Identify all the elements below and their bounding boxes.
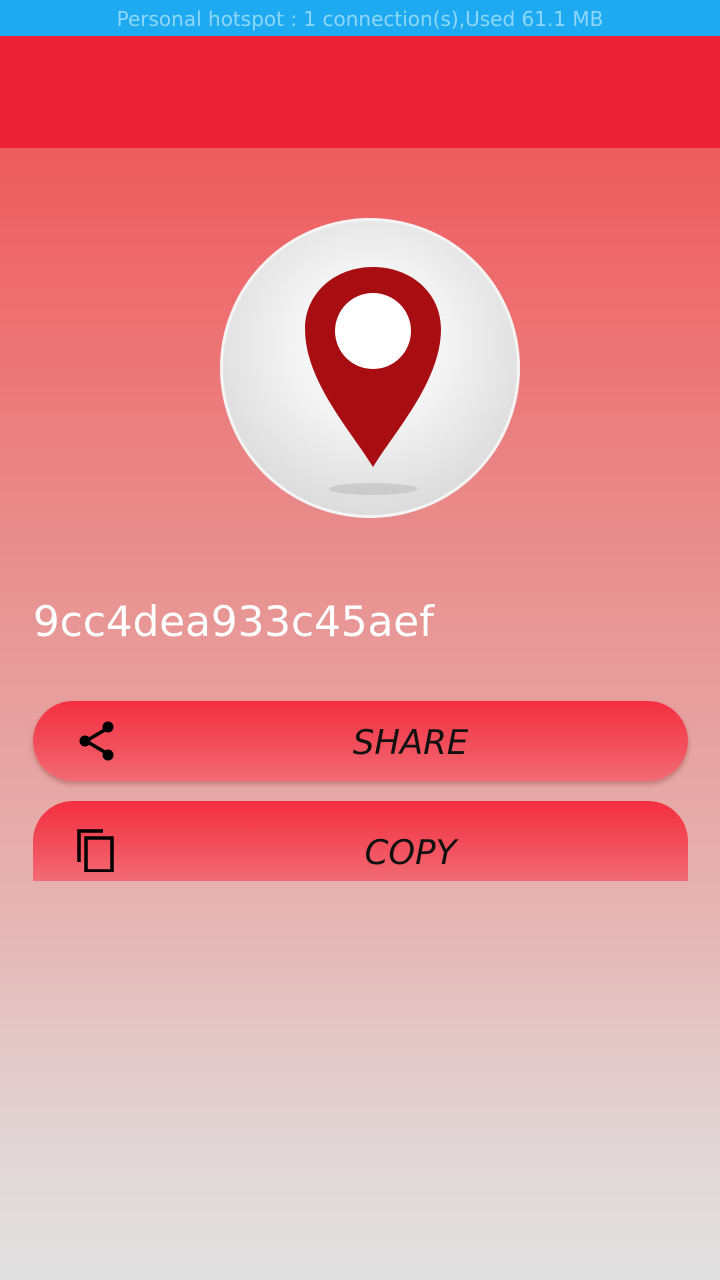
copy-button-label: COPY [364,833,457,873]
status-bar: Personal hotspot : 1 connection(s),Used … [0,0,720,36]
location-graphic [220,218,520,518]
share-button-label: SHARE [352,723,469,763]
device-id-text: 9cc4dea933c45aef [33,597,434,646]
share-button[interactable]: SHARE [33,701,688,781]
hotspot-status-text: Personal hotspot : 1 connection(s),Used … [116,7,604,31]
share-icon [79,721,114,761]
copy-icon [77,829,114,872]
map-pin-icon [305,267,441,495]
app-bar [0,36,720,148]
app-screen: Personal hotspot : 1 connection(s),Used … [0,0,720,1280]
copy-button[interactable]: COPY [33,801,688,881]
